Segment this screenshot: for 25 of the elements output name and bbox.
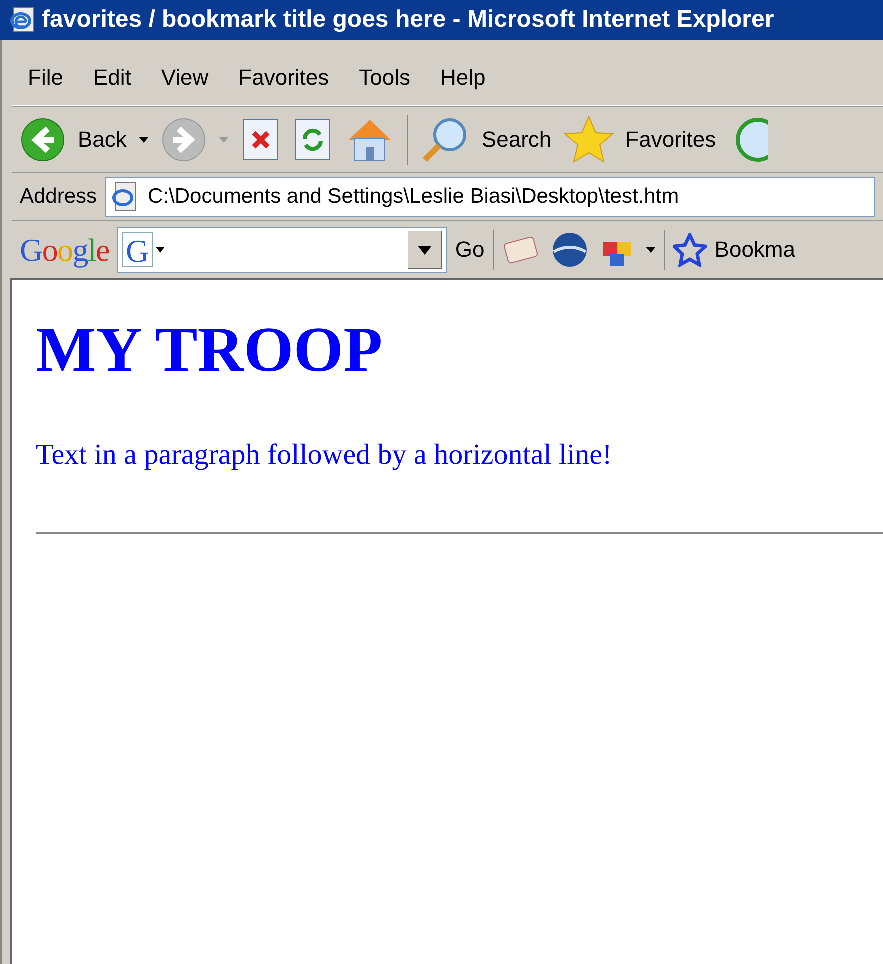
caret-icon[interactable] (646, 246, 656, 252)
menu-item[interactable]: Favorites (238, 61, 330, 94)
go-button[interactable]: Go (455, 233, 485, 266)
address-label: Address (20, 184, 98, 210)
google-logo: Google (20, 230, 110, 270)
menu-item[interactable]: Help (440, 61, 486, 94)
favorites-button[interactable]: Favorites (626, 123, 716, 156)
google-search-field[interactable]: G (117, 226, 448, 272)
page-paragraph: Text in a paragraph followed by a horizontal line! (36, 438, 614, 473)
caret-icon[interactable] (138, 136, 149, 142)
refresh-icon[interactable] (292, 116, 333, 162)
menu-item[interactable]: View (161, 61, 209, 94)
bookmarks-button[interactable]: Bookma (714, 233, 796, 266)
stop-icon[interactable] (240, 116, 281, 162)
window-title: favorites / bookmark title goes here - Microsoft Internet Explorer (42, 5, 774, 35)
star-icon[interactable] (564, 114, 614, 164)
star-outline-icon[interactable] (672, 232, 707, 266)
back-button[interactable]: Back (78, 123, 127, 156)
menu-item[interactable]: Tools (359, 61, 411, 94)
menu-item[interactable]: Edit (93, 61, 132, 94)
menu-item[interactable]: File (28, 61, 64, 94)
page-heading: MY TROOP (36, 318, 384, 382)
search-button[interactable]: Search (482, 123, 552, 156)
address-field[interactable]: C:\Documents and Settings\Leslie Biasi\Desktop\test.htm (105, 176, 875, 216)
dropdown-arrow-icon[interactable] (408, 230, 442, 268)
